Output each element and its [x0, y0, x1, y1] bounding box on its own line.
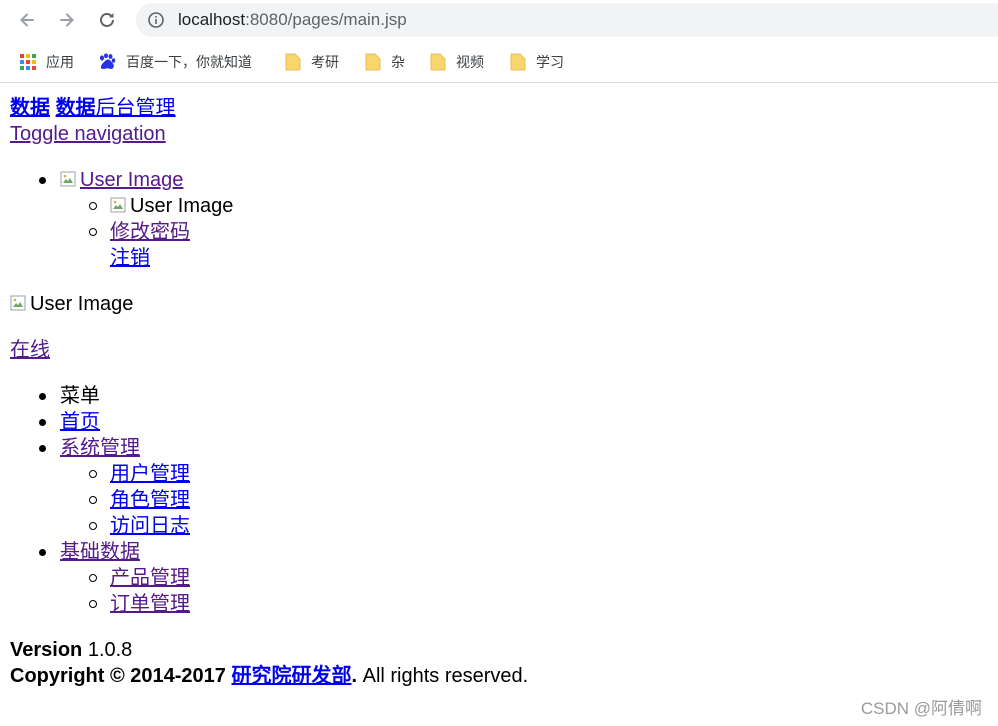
bookmark-label: 视频 [456, 54, 484, 70]
folder-icon [285, 53, 301, 71]
folder-icon [510, 53, 526, 71]
copyright-prefix: Copyright © 2014-2017 [10, 665, 232, 687]
broken-image-icon [110, 197, 126, 213]
toggle-navigation-link[interactable]: Toggle navigation [10, 123, 166, 145]
bookmark-baidu[interactable]: 百度一下，你就知道 [98, 52, 252, 72]
sidebar-subitem-orders: 订单管理 [0, 591, 998, 617]
forward-arrow-icon [60, 13, 74, 27]
bookmark-folder-xuexi[interactable]: 学习 [510, 52, 564, 72]
url-host: localhost [178, 10, 246, 29]
broken-image-icon [60, 171, 76, 187]
folder-icon [365, 53, 381, 71]
apps-grid-icon [20, 54, 36, 70]
sidebar-subitem-users: 用户管理 [0, 461, 998, 487]
back-button[interactable] [15, 8, 39, 32]
sidebar-item-base-data: 基础数据 [0, 539, 998, 565]
sidebar-link-products[interactable]: 产品管理 [110, 567, 190, 589]
bookmark-label: 学习 [536, 54, 564, 70]
menu-header-label: 菜单 [60, 385, 100, 407]
sidebar-link-users[interactable]: 用户管理 [110, 463, 190, 485]
bookmark-folder-za[interactable]: 杂 [365, 52, 405, 72]
url-text[interactable]: localhost:8080/pages/main.jsp [178, 11, 407, 29]
bookmark-folder-kaoyan[interactable]: 考研 [285, 52, 339, 72]
logo-mini-text: 数据 [10, 97, 50, 119]
browser-toolbar: localhost:8080/pages/main.jsp [0, 0, 998, 40]
bookmark-label: 百度一下，你就知道 [126, 54, 252, 70]
bookmark-apps[interactable]: 应用 [20, 52, 74, 72]
sidebar-link-home[interactable]: 首页 [60, 411, 100, 433]
user-menu-item: User Image [0, 167, 998, 193]
info-icon[interactable] [148, 12, 164, 28]
logo-mini[interactable]: 数据 [10, 97, 50, 119]
sidebar-link-orders[interactable]: 订单管理 [110, 593, 190, 615]
logo-large[interactable]: 数据后台管理 [56, 97, 176, 119]
change-password-link[interactable]: 修改密码 [110, 221, 190, 243]
online-status-link[interactable]: 在线 [10, 339, 50, 361]
sidebar-menu-header: 菜单 [0, 383, 998, 409]
user-menu: User Image User Image 修改密码 注销 [0, 167, 998, 271]
sidebar-link-roles[interactable]: 角色管理 [110, 489, 190, 511]
sidebar-item-home: 首页 [0, 409, 998, 435]
logo-link[interactable]: 数据 数据后台管理 [10, 95, 176, 121]
page-content: 数据 数据后台管理 Toggle navigation User Image U… [0, 83, 998, 726]
baidu-paw-icon [100, 53, 116, 69]
version-number: 1.0.8 [82, 639, 133, 661]
version-label: Version [10, 639, 83, 661]
address-bar[interactable]: localhost:8080/pages/main.jsp [136, 3, 998, 37]
logout-link[interactable]: 注销 [110, 247, 150, 269]
bookmark-label: 杂 [391, 54, 405, 70]
dropdown-image-alt: User Image [130, 195, 234, 217]
sidebar-subitem-roles: 角色管理 [0, 487, 998, 513]
forward-button[interactable] [55, 8, 79, 32]
watermark: CSDN @阿倩啊 [860, 699, 982, 718]
logo-large-bold: 数据 [55, 97, 96, 119]
logo-large-rest: 后台管理 [95, 97, 176, 119]
dropdown-footer: 修改密码 [0, 219, 998, 245]
bookmark-label: 应用 [46, 54, 74, 70]
bookmark-label: 考研 [311, 54, 339, 70]
footer-version: Version 1.0.8 [10, 637, 132, 663]
dropdown-user-header: User Image [0, 193, 998, 219]
copyright-suffix: All rights reserved. [357, 665, 529, 687]
company-link[interactable]: 研究院研发部 [231, 665, 351, 687]
user-image-alt: User Image [80, 169, 184, 191]
sidebar-menu: 菜单 首页 系统管理 用户管理 角色管理 访问日志 基础数据 产品管理 订单管理 [0, 383, 998, 617]
sidebar-link-logs[interactable]: 访问日志 [110, 515, 190, 537]
dropdown-footer-logout: 注销 [0, 245, 998, 271]
sidebar-item-system: 系统管理 [0, 435, 998, 461]
sidebar-subitem-logs: 访问日志 [0, 513, 998, 539]
back-arrow-icon [20, 13, 34, 27]
folder-icon [430, 53, 446, 71]
sidebar-link-base-data[interactable]: 基础数据 [60, 541, 140, 563]
broken-image-icon [10, 295, 26, 311]
user-image-link[interactable]: User Image [60, 169, 183, 191]
sidebar-user-image-alt: User Image [30, 293, 134, 315]
reload-icon [100, 13, 114, 27]
sidebar-link-system[interactable]: 系统管理 [60, 437, 140, 459]
bookmarks-bar: 应用 百度一下，你就知道 考研 杂 视频 学习 [0, 40, 998, 83]
reload-button[interactable] [95, 8, 119, 32]
sidebar-subitem-products: 产品管理 [0, 565, 998, 591]
url-path: :8080/pages/main.jsp [245, 10, 407, 29]
footer-copyright: Copyright © 2014-2017 研究院研发部. All rights… [10, 665, 529, 687]
bookmark-folder-shipin[interactable]: 视频 [430, 52, 484, 72]
sidebar-user-image: User Image [10, 291, 133, 317]
